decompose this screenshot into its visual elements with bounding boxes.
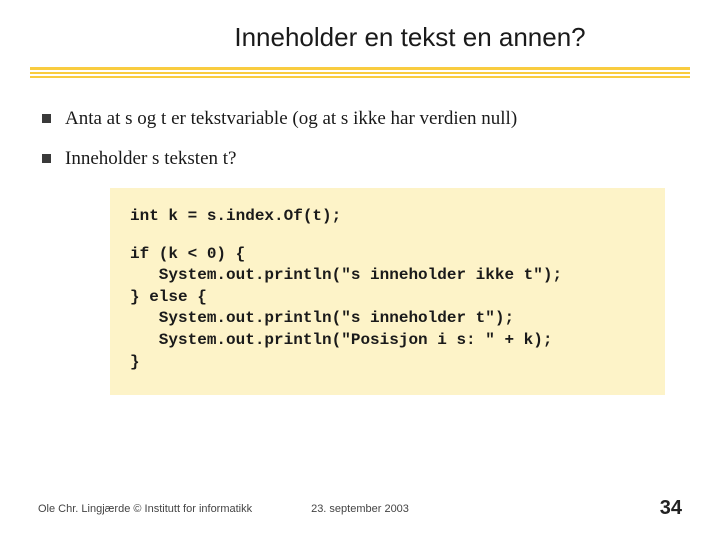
code-line: int k = s.index.Of(t); bbox=[130, 206, 645, 228]
square-bullet-icon bbox=[42, 154, 51, 163]
code-line: } else { bbox=[130, 287, 645, 309]
footer-author: Ole Chr. Lingjærde © Institutt for infor… bbox=[38, 503, 252, 515]
bullet-text: Inneholder s teksten t? bbox=[65, 148, 236, 170]
square-bullet-icon bbox=[42, 114, 51, 123]
underline-bar bbox=[30, 76, 690, 78]
bullet-item: Anta at s og t er tekstvariable (og at s… bbox=[42, 108, 678, 130]
slide-title: Inneholder en tekst en annen? bbox=[130, 22, 690, 53]
bullet-item: Inneholder s teksten t? bbox=[42, 148, 678, 170]
title-area: Inneholder en tekst en annen? bbox=[0, 0, 720, 53]
footer-date: 23. september 2003 bbox=[311, 503, 409, 515]
code-line: System.out.println("Posisjon i s: " + k)… bbox=[130, 330, 645, 352]
footer: Ole Chr. Lingjærde © Institutt for infor… bbox=[0, 497, 720, 520]
page-number: 34 bbox=[660, 497, 682, 520]
code-line: System.out.println("s inneholder ikke t"… bbox=[130, 265, 645, 287]
underline-bar bbox=[30, 72, 690, 74]
bullet-text: Anta at s og t er tekstvariable (og at s… bbox=[65, 108, 517, 130]
code-line: System.out.println("s inneholder t"); bbox=[130, 308, 645, 330]
code-blank-line bbox=[130, 228, 645, 244]
code-block: int k = s.index.Of(t); if (k < 0) { Syst… bbox=[110, 188, 665, 395]
code-line: if (k < 0) { bbox=[130, 244, 645, 266]
code-line: } bbox=[130, 352, 645, 374]
title-underline bbox=[30, 67, 690, 78]
content-area: Anta at s og t er tekstvariable (og at s… bbox=[0, 80, 720, 395]
underline-bar bbox=[30, 67, 690, 70]
